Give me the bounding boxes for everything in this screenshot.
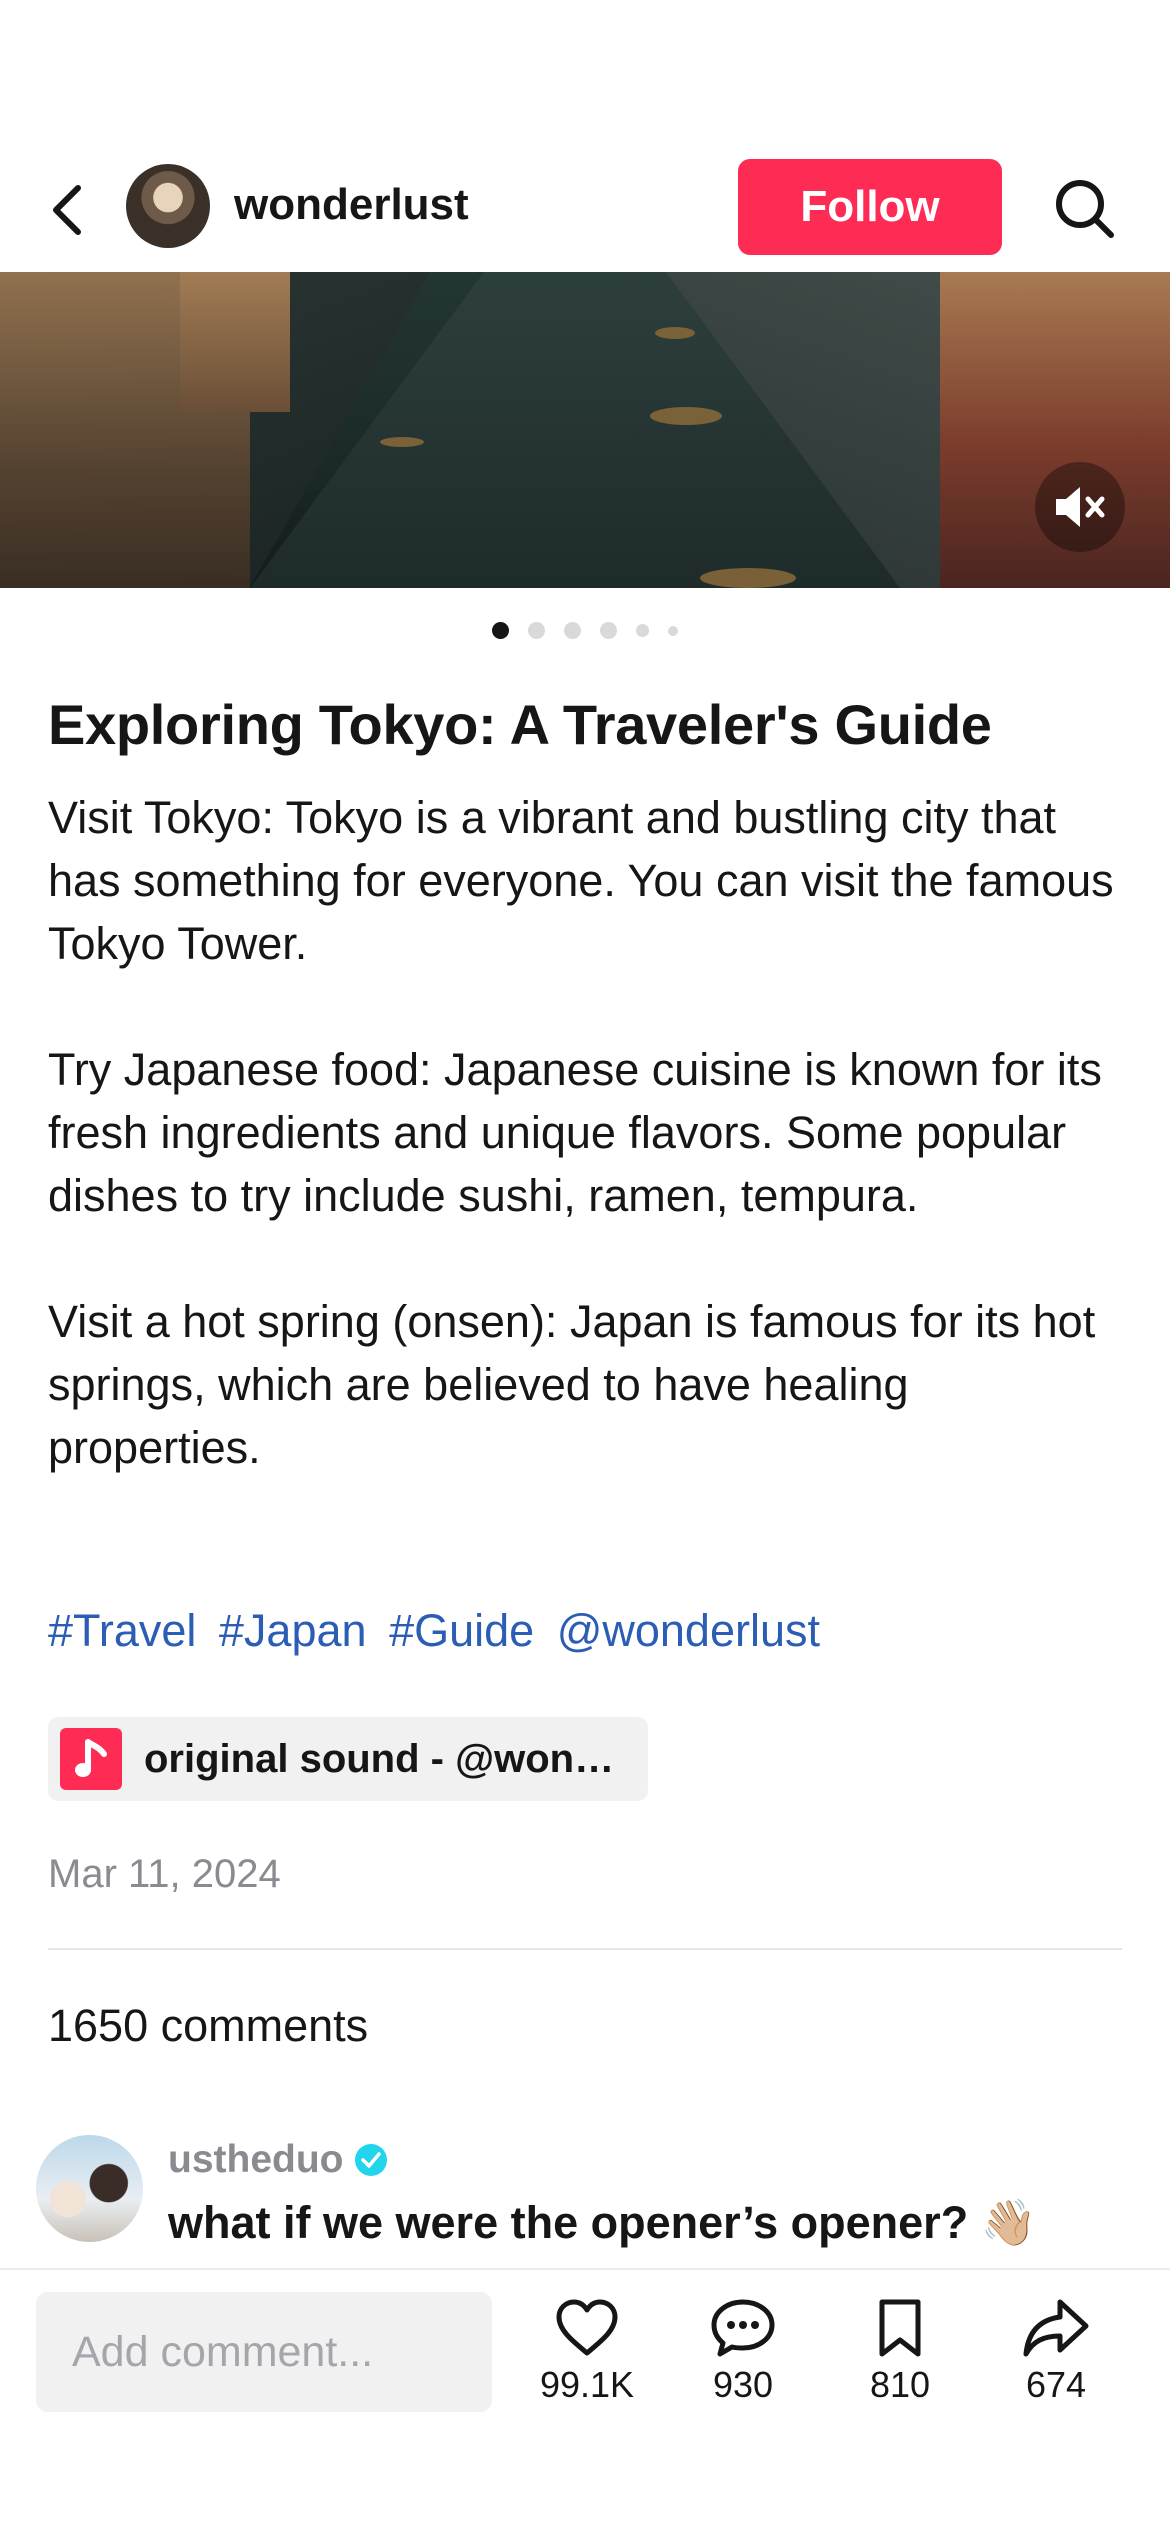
chevron-left-icon (53, 185, 81, 235)
carousel-dot[interactable] (528, 622, 545, 639)
divider (48, 1948, 1122, 1950)
comment-bubble-icon (711, 2299, 775, 2357)
image-crate-left-2 (180, 272, 290, 412)
like-count: 99.1K (539, 2364, 635, 2405)
mute-button[interactable] (1035, 462, 1125, 552)
hashtag-link[interactable]: #Japan (219, 1605, 367, 1656)
comment-count: 930 (712, 2364, 774, 2405)
heart-icon (556, 2299, 618, 2356)
hashtags: #Travel #Japan #Guide @wonderlust (48, 1605, 830, 1657)
follow-button[interactable]: Follow (738, 159, 1002, 255)
image-manhole (700, 568, 796, 588)
username[interactable]: wonderlust (234, 180, 469, 230)
music-note-icon (60, 1728, 122, 1790)
hashtag-link[interactable]: #Guide (389, 1605, 534, 1656)
post-body: Visit Tokyo: Tokyo is a vibrant and bust… (48, 786, 1128, 1542)
post-paragraph: Try Japanese food: Japanese cuisine is k… (48, 1044, 1102, 1221)
carousel-dot[interactable] (600, 622, 617, 639)
avatar[interactable] (126, 164, 210, 248)
comment-text: what if we were the opener’s opener? 👋🏼 (168, 2197, 1037, 2248)
bottom-action-bar: 99.1K 930 810 674 (0, 2268, 1170, 2532)
like-button[interactable]: 99.1K (522, 2298, 652, 2406)
search-icon (1056, 180, 1114, 238)
top-bar: wonderlust Follow (0, 150, 1170, 270)
carousel-dot[interactable] (492, 622, 509, 639)
image-manhole (380, 437, 424, 447)
back-button[interactable] (40, 178, 96, 242)
comment-input[interactable] (36, 2292, 492, 2412)
post-paragraph: Visit Tokyo: Tokyo is a vibrant and bust… (48, 792, 1114, 969)
carousel-dot[interactable] (668, 625, 678, 636)
share-arrow-icon (1023, 2299, 1089, 2357)
share-count: 674 (1025, 2364, 1087, 2405)
post-image[interactable] (0, 272, 1170, 588)
avatar[interactable] (36, 2135, 143, 2242)
search-button[interactable] (1050, 174, 1120, 244)
image-manhole (655, 327, 695, 339)
comments-count: 1650 comments (48, 2000, 369, 2051)
image-manhole (650, 407, 722, 425)
save-count: 810 (869, 2364, 931, 2405)
save-button[interactable]: 810 (835, 2298, 965, 2406)
hashtag-link[interactable]: #Travel (48, 1605, 196, 1656)
comment-username-row[interactable]: ustheduo (168, 2138, 388, 2182)
carousel-indicator (0, 622, 1170, 639)
post-title: Exploring Tokyo: A Traveler's Guide (48, 693, 992, 756)
mention-link[interactable]: @wonderlust (557, 1605, 820, 1656)
speaker-muted-icon (1056, 487, 1105, 527)
sound-chip[interactable]: original sound - @wonderlust (48, 1717, 648, 1801)
share-button[interactable]: 674 (991, 2298, 1121, 2406)
bookmark-icon (879, 2299, 921, 2357)
post-paragraph: Visit a hot spring (onsen): Japan is fam… (48, 1296, 1096, 1473)
post-date: Mar 11, 2024 (48, 1852, 281, 1896)
sound-label: original sound - @wonderlust (144, 1736, 624, 1781)
comment-button[interactable]: 930 (678, 2298, 808, 2406)
comment-item: ustheduo what if we were the opener’s op… (36, 2130, 1146, 2270)
verified-badge-icon (355, 2144, 388, 2176)
comment-username[interactable]: ustheduo (168, 2138, 343, 2182)
carousel-dot[interactable] (636, 624, 649, 637)
carousel-dot[interactable] (564, 622, 581, 639)
